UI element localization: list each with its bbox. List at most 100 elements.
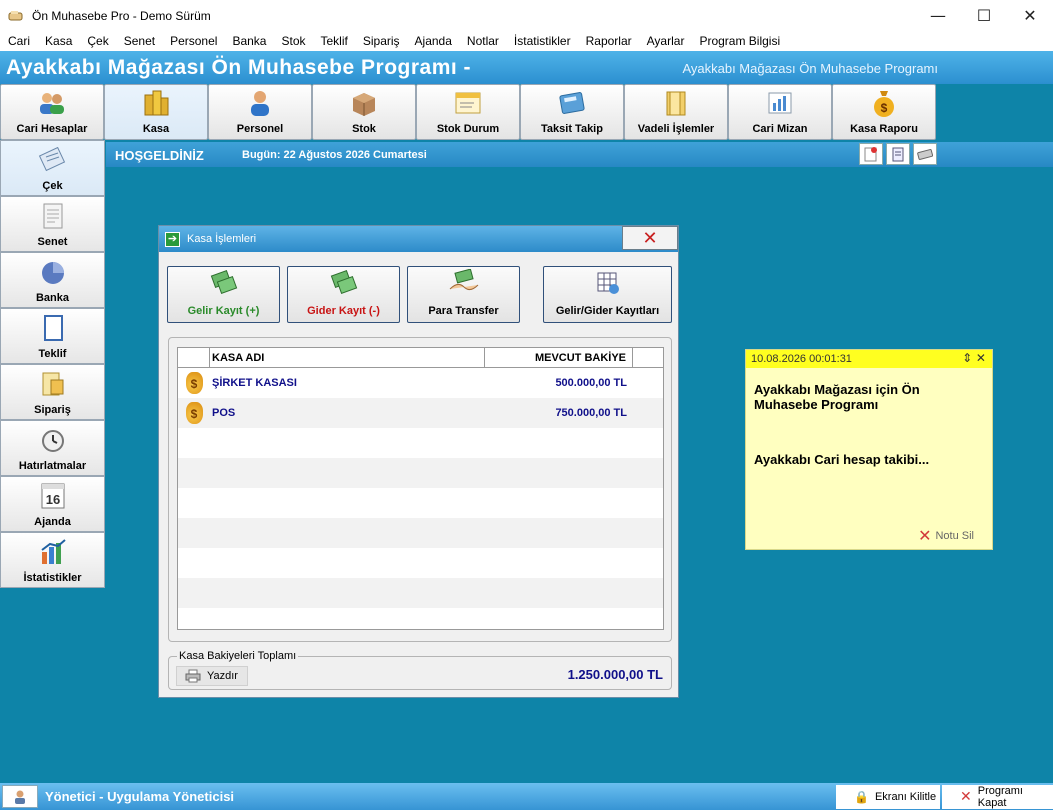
keyboard-icon[interactable] <box>913 143 937 165</box>
svg-text:$: $ <box>881 101 888 115</box>
calculator-icon <box>558 89 586 117</box>
sidebar-istatistikler-button[interactable]: İstatistikler <box>0 532 105 588</box>
toolbar-vadeli-islemler-button[interactable]: Vadeli İşlemler <box>624 84 728 140</box>
note-controls[interactable]: ⇕ ✕ <box>962 351 986 365</box>
column-header-kasa-adi[interactable]: KASA ADI <box>210 348 485 367</box>
menu-siparis[interactable]: Sipariş <box>355 34 407 48</box>
note-delete-label: Notu Sil <box>935 529 974 542</box>
note-delete-button[interactable]: ✕ Notu Sil <box>918 526 974 545</box>
transfer-label: Para Transfer <box>428 305 499 317</box>
clipboard-icon[interactable] <box>886 143 910 165</box>
toolbar-label: Kasa Raporu <box>850 123 918 135</box>
banner-subtitle: Ayakkabı Mağazası Ön Muhasebe Programı <box>682 61 938 76</box>
table-row[interactable]: $ POS 750.000,00 TL <box>178 398 663 428</box>
close-button[interactable]: ✕ <box>1007 0 1053 31</box>
money-stack-icon <box>329 269 359 301</box>
sticky-note[interactable]: 10.08.2026 00:01:31 ⇕ ✕ Ayakkabı Mağazas… <box>745 349 993 550</box>
menu-bar: Cari Kasa Çek Senet Personel Banka Stok … <box>0 31 1053 51</box>
money-bag-icon: $ <box>185 372 203 394</box>
sidebar-label: Ajanda <box>34 516 71 528</box>
delete-icon: ✕ <box>918 526 932 545</box>
people-icon <box>38 89 66 117</box>
income-label: Gelir Kayıt (+) <box>187 305 260 317</box>
sidebar-label: İstatistikler <box>23 572 82 584</box>
records-label: Gelir/Gider Kayıtları <box>555 305 660 317</box>
toolbar-kasa-button[interactable]: Kasa <box>104 84 208 140</box>
toolbar-kasa-raporu-button[interactable]: $ Kasa Raporu <box>832 84 936 140</box>
menu-cek[interactable]: Çek <box>79 34 115 48</box>
menu-senet[interactable]: Senet <box>116 34 162 48</box>
toolbar-stok-button[interactable]: Stok <box>312 84 416 140</box>
menu-istatistikler[interactable]: İstatistikler <box>506 34 578 48</box>
toolbar-cari-hesaplar-button[interactable]: Cari Hesaplar <box>0 84 104 140</box>
expense-button[interactable]: Gider Kayıt (-) <box>287 266 400 323</box>
quit-program-button[interactable]: ✕ Programı Kapat <box>942 785 1053 809</box>
toolbar-label: Kasa <box>142 123 170 135</box>
status-bar: Yönetici - Uygulama Yöneticisi 🔒 Ekranı … <box>0 783 1053 810</box>
toolbar-cari-mizan-button[interactable]: Cari Mizan <box>728 84 832 140</box>
total-group: Kasa Bakiyeleri Toplamı Yazdır 1.250.000… <box>168 650 672 690</box>
kasa-name: ŞİRKET KASASI <box>212 377 297 389</box>
toolbar-taksit-takip-button[interactable]: Taksit Takip <box>520 84 624 140</box>
maximize-button[interactable]: ☐ <box>961 0 1007 31</box>
app-icon <box>8 10 23 20</box>
box-icon <box>350 89 378 117</box>
income-button[interactable]: Gelir Kayıt (+) <box>167 266 280 323</box>
note-date: 10.08.2026 00:01:31 <box>751 353 852 365</box>
kasa-table: KASA ADI MEVCUT BAKİYE $ ŞİRKET KASASI 5… <box>177 347 664 630</box>
menu-ajanda[interactable]: Ajanda <box>407 34 459 48</box>
menu-kasa[interactable]: Kasa <box>37 34 79 48</box>
records-button[interactable]: Gelir/Gider Kayıtları <box>543 266 672 323</box>
welcome-greeting: HOŞGELDİNİZ <box>115 148 204 163</box>
toolbar-personel-button[interactable]: Personel <box>208 84 312 140</box>
menu-notlar[interactable]: Notlar <box>459 34 506 48</box>
lock-screen-button[interactable]: 🔒 Ekranı Kilitle <box>836 785 940 809</box>
sidebar-label: Teklif <box>38 348 67 360</box>
menu-raporlar[interactable]: Raporlar <box>578 34 639 48</box>
stats-icon <box>38 537 68 567</box>
print-label: Yazdır <box>207 670 238 682</box>
note-header[interactable]: 10.08.2026 00:01:31 ⇕ ✕ <box>746 350 992 368</box>
print-button[interactable]: Yazdır <box>176 666 248 686</box>
menu-cari[interactable]: Cari <box>0 34 37 48</box>
person-icon <box>246 89 274 117</box>
lock-label: Ekranı Kilitle <box>874 791 937 803</box>
sidebar-senet-button[interactable]: Senet <box>0 196 105 252</box>
toolbar-label: Cari Hesaplar <box>16 123 88 135</box>
sidebar-hatirlatmalar-button[interactable]: Hatırlatmalar <box>0 420 105 476</box>
calendar-day: 16 <box>45 492 59 507</box>
table-icon <box>596 271 620 301</box>
toolbar-label: Personel <box>236 123 284 135</box>
dialog-close-button[interactable]: ✕ <box>622 226 678 250</box>
window-icon <box>454 89 482 117</box>
note-add-icon[interactable] <box>859 143 883 165</box>
menu-ayarlar[interactable]: Ayarlar <box>639 34 692 48</box>
title-bar: Ön Muhasebe Pro - Demo Sürüm — ☐ ✕ <box>0 0 1053 31</box>
sidebar-ajanda-button[interactable]: 16 Ajanda <box>0 476 105 532</box>
sidebar-teklif-button[interactable]: Teklif <box>0 308 105 364</box>
minimize-button[interactable]: — <box>915 0 961 31</box>
sidebar-banka-button[interactable]: Banka <box>0 252 105 308</box>
menu-banka[interactable]: Banka <box>224 34 273 48</box>
quit-label: Programı Kapat <box>977 785 1023 809</box>
kasa-balance: 500.000,00 TL <box>555 377 627 389</box>
sidebar-label: Sipariş <box>34 404 71 416</box>
empty-row <box>178 578 663 608</box>
sidebar-cek-button[interactable]: Çek <box>0 140 105 196</box>
column-header-mevcut-bakiye[interactable]: MEVCUT BAKİYE <box>485 348 633 367</box>
menu-personel[interactable]: Personel <box>162 34 224 48</box>
lock-icon: 🔒 <box>854 790 869 804</box>
menu-teklif[interactable]: Teklif <box>313 34 355 48</box>
kasa-grid-panel: KASA ADI MEVCUT BAKİYE $ ŞİRKET KASASI 5… <box>168 337 672 642</box>
left-sidebar: Çek Senet Banka Teklif Sipariş Hatırlatm… <box>0 140 106 588</box>
sidebar-siparis-button[interactable]: Sipariş <box>0 364 105 420</box>
menu-program-bilgisi[interactable]: Program Bilgisi <box>691 34 787 48</box>
table-row[interactable]: $ ŞİRKET KASASI 500.000,00 TL <box>178 368 663 398</box>
transfer-button[interactable]: Para Transfer <box>407 266 520 323</box>
menu-stok[interactable]: Stok <box>273 34 312 48</box>
order-icon <box>38 369 68 399</box>
toolbar-stok-durum-button[interactable]: Stok Durum <box>416 84 520 140</box>
clock-icon <box>38 425 68 455</box>
banner-title: Ayakkabı Mağazası Ön Muhasebe Programı - <box>6 56 472 79</box>
arrow-right-icon: ➔ <box>165 232 180 247</box>
